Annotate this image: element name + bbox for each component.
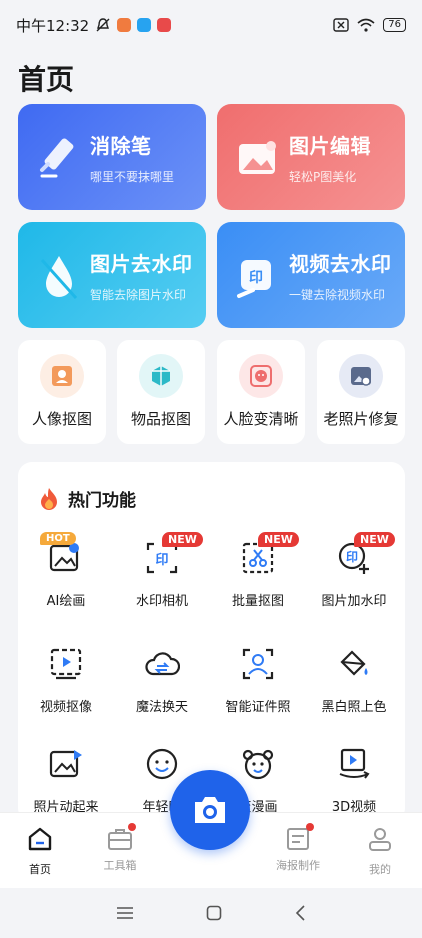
mute-icon: [96, 18, 110, 32]
baby-face-icon: [146, 748, 178, 780]
svg-text:印: 印: [249, 269, 263, 286]
camera-button[interactable]: [170, 770, 250, 850]
feature-watermark-camera[interactable]: 印 NEW 水印相机: [114, 532, 210, 630]
old-photo-repair-card[interactable]: 老照片修复: [317, 340, 405, 444]
home-square-icon[interactable]: [206, 905, 222, 921]
user-icon: [369, 828, 391, 851]
water-drop-remove-icon: [40, 256, 78, 300]
feature-video-cutout[interactable]: 视频抠像: [18, 646, 114, 736]
id-photo-icon: [242, 648, 274, 680]
tab-label: 我的: [369, 863, 391, 876]
battery-icon: 76: [383, 18, 406, 32]
status-time: 中午12:32: [16, 16, 90, 35]
eraser-pen-icon: [40, 138, 74, 178]
tab-home[interactable]: 首页: [10, 825, 70, 877]
status-left: 中午12:32: [16, 15, 172, 36]
page-title: 首页: [18, 63, 75, 96]
object-cutout-icon: [139, 354, 183, 398]
video-3d-icon: [339, 748, 370, 779]
feature-label: 魔法换天: [135, 700, 188, 715]
small-card-label: 人像抠图: [31, 410, 92, 428]
old-photo-repair-icon: [339, 354, 383, 398]
card-title: 视频去水印: [289, 252, 392, 276]
notification-dot: [128, 823, 136, 831]
feature-id-photo[interactable]: 智能证件照: [210, 646, 306, 736]
portrait-cutout-card[interactable]: 人像抠图: [18, 340, 106, 444]
tab-mine[interactable]: 我的: [350, 825, 410, 877]
face-enhance-card[interactable]: 人脸变清晰: [217, 340, 305, 444]
feature-label: 图片加水印: [321, 594, 387, 609]
feature-colorize[interactable]: 黑白照上色: [306, 646, 402, 736]
hot-features-panel: 热门功能 HOT AI绘画 印 NEW 水印相机 NEW 批量抠图 印 NEW …: [18, 462, 405, 822]
small-card-label: 人脸变清晰: [223, 410, 299, 428]
small-card-label: 老照片修复: [323, 410, 399, 428]
poster-icon-wrap: [284, 823, 314, 853]
status-right: 76: [333, 18, 406, 32]
object-cutout-card[interactable]: 物品抠图: [117, 340, 205, 444]
image-watermark-remove-card[interactable]: 图片去水印 智能去除图片水印: [18, 222, 206, 328]
image-edit-icon: [239, 141, 276, 174]
card-subtitle: 一键去除视频水印: [289, 288, 386, 302]
tab-label: 首页: [29, 863, 51, 876]
notification-dot: [306, 823, 314, 831]
feature-label: 水印相机: [135, 594, 188, 609]
back-icon[interactable]: [294, 905, 306, 921]
home-icon: [28, 827, 52, 851]
ai-painting-icon: [49, 543, 79, 572]
portrait-cutout-icon: [40, 354, 84, 398]
hot-section-title: 热门功能: [68, 491, 136, 511]
feature-magic-sky[interactable]: 魔法换天: [114, 646, 210, 736]
new-badge: NEW: [258, 532, 299, 547]
tab-label: 工具箱: [103, 859, 137, 872]
feature-batch-cutout[interactable]: NEW 批量抠图: [210, 532, 306, 630]
card-subtitle: 智能去除图片水印: [90, 288, 187, 302]
wifi-icon: [357, 18, 375, 32]
feature-add-watermark[interactable]: 印 NEW 图片加水印: [306, 532, 402, 630]
bear-face-icon: [242, 749, 274, 780]
image-edit-card[interactable]: 图片编辑 轻松P图美化: [217, 104, 405, 210]
feature-label: 批量抠图: [231, 594, 284, 609]
paint-bucket-icon: [340, 650, 368, 676]
card-title: 图片编辑: [289, 134, 371, 158]
sim-icon: [333, 18, 349, 32]
svg-text:印: 印: [155, 553, 168, 568]
video-cutout-icon: [50, 648, 82, 680]
svg-text:印: 印: [346, 550, 358, 564]
card-title: 消除笔: [90, 134, 152, 158]
animate-photo-icon: [49, 750, 82, 778]
app-notification-icon: [157, 18, 172, 32]
hot-badge: HOT: [40, 532, 76, 545]
tab-toolbox[interactable]: 工具箱: [90, 823, 150, 873]
video-watermark-icon: 印: [237, 260, 271, 298]
app-notification-icon: [117, 18, 132, 32]
feature-label: 视频抠像: [39, 700, 92, 715]
feature-ai-painting[interactable]: HOT AI绘画: [18, 532, 114, 630]
toolbox-icon-wrap: [106, 823, 136, 853]
hot-header: 热门功能: [38, 486, 136, 511]
card-title: 图片去水印: [90, 252, 193, 276]
feature-label: AI绘画: [46, 594, 86, 609]
small-card-label: 物品抠图: [130, 410, 191, 428]
video-watermark-remove-card[interactable]: 印 视频去水印 一键去除视频水印: [217, 222, 405, 328]
app-notification-icon: [137, 18, 152, 32]
status-bar: 中午12:32 76: [0, 0, 422, 50]
cloud-swap-icon: [145, 652, 180, 676]
menu-icon[interactable]: [116, 906, 134, 920]
face-enhance-icon: [239, 354, 283, 398]
card-subtitle: 哪里不要抹哪里: [90, 170, 175, 184]
camera-icon: [195, 797, 225, 823]
feature-label: 智能证件照: [225, 700, 291, 715]
tab-poster[interactable]: 海报制作: [268, 823, 328, 873]
system-nav-bar: [0, 888, 422, 938]
fire-icon: [41, 487, 57, 510]
new-badge: NEW: [162, 532, 203, 547]
feature-label: 黑白照上色: [321, 700, 387, 715]
card-subtitle: 轻松P图美化: [289, 170, 357, 184]
eraser-card[interactable]: 消除笔 哪里不要抹哪里: [18, 104, 206, 210]
new-badge: NEW: [354, 532, 395, 547]
tab-label: 海报制作: [276, 859, 320, 872]
